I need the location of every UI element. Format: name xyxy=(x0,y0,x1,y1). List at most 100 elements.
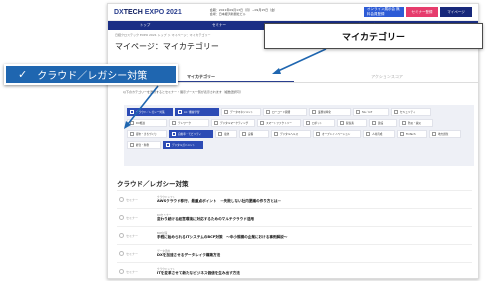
checkbox-icon xyxy=(130,143,134,147)
site-header: DXTECH EXPO 2021 会期：2021年09月13日（月）~09月15… xyxy=(108,4,478,21)
heart-icon xyxy=(119,197,124,202)
category-chip[interactable]: セキュリティ xyxy=(391,108,431,116)
category-chip[interactable]: クラウド／レガシー対策 xyxy=(127,108,173,116)
checkbox-icon xyxy=(340,121,344,125)
category-chip[interactable]: 経営・財務 xyxy=(127,141,161,149)
category-chip[interactable]: 脱炭素 xyxy=(337,119,367,127)
category-chip[interactable]: 電池 xyxy=(215,130,237,138)
checkbox-icon xyxy=(356,110,360,114)
category-chip-label: 経営・財務 xyxy=(136,144,149,147)
checkbox-icon xyxy=(218,132,222,136)
category-chip[interactable]: 人材育成 xyxy=(363,130,395,138)
event-dates: 会期：2021年09月13日（月）~09月15日（金） 会場：日本経済新聞社ビル xyxy=(210,8,277,16)
article-title[interactable]: 手軽に始められるITシステムのBCP対策 ～中小規模の企業における事例解説～ xyxy=(157,235,472,240)
category-chip[interactable]: 自動車・モビリティ xyxy=(169,130,213,138)
category-chip-label: データマネジメント xyxy=(230,111,254,114)
checkbox-icon xyxy=(400,132,404,136)
checkbox-icon xyxy=(402,121,406,125)
category-chip[interactable]: 業務効率化 xyxy=(309,108,351,116)
category-chip[interactable]: オープンイノベーション xyxy=(313,130,361,138)
checkbox-icon xyxy=(172,121,176,125)
category-chip[interactable]: デジタルマーケティング xyxy=(211,119,255,127)
heart-icon xyxy=(119,251,124,256)
like-toggle[interactable]: セミナー xyxy=(117,197,157,202)
register-button[interactable]: オンライン展示会 無料会員登録 xyxy=(364,7,404,17)
checkbox-icon xyxy=(372,121,376,125)
like-label: セミナー xyxy=(126,269,139,274)
category-chip[interactable]: ローコード開発 xyxy=(263,108,307,116)
checkbox-icon xyxy=(130,110,134,114)
like-toggle[interactable]: セミナー xyxy=(117,233,157,238)
like-toggle[interactable]: セミナー xyxy=(117,269,157,274)
article-title[interactable]: AWSクラウド移行、最重点ポイント －失敗しない社内稟議の作り方とは－ xyxy=(157,199,472,204)
category-chip-label: 人材育成 xyxy=(372,133,383,136)
article-title[interactable]: ITを変革させて新たなビジネス価値を生み出す方法 xyxy=(157,271,472,276)
category-chip[interactable]: 5G／IoT xyxy=(353,108,389,116)
like-label: セミナー xyxy=(126,251,139,256)
category-chip[interactable]: デジタルガバメント xyxy=(163,141,203,149)
like-toggle[interactable]: セミナー xyxy=(117,215,157,220)
category-chip[interactable]: FinTech xyxy=(397,130,427,138)
category-chip[interactable]: テレワーク xyxy=(169,119,209,127)
category-chip[interactable]: 防災・減災 xyxy=(399,119,433,127)
category-chip[interactable]: 地方創生 xyxy=(429,130,461,138)
category-chip-label: 防災・減災 xyxy=(408,122,421,125)
heart-icon xyxy=(119,215,124,220)
article-title[interactable]: 変わり続ける経営環境に対応するためのマルチクラウド活用 xyxy=(157,217,472,222)
article-list: セミナー クラウドシフト AWSクラウド移行、最重点ポイント －失敗しない社内稟議の… xyxy=(117,190,472,278)
category-chip[interactable]: 都市・まちづくり xyxy=(127,130,167,138)
checkbox-icon xyxy=(260,121,264,125)
checkbox-icon xyxy=(130,121,134,125)
article-row[interactable]: セミナー BCP対策 手軽に始められるITシステムのBCP対策 ～中小規模の企業にお… xyxy=(117,226,472,244)
category-chip-label: デジタルヘルス xyxy=(280,133,299,136)
category-chip[interactable]: スマートファクトリー xyxy=(257,119,301,127)
checkbox-icon xyxy=(172,132,176,136)
checkbox-icon xyxy=(306,121,310,125)
checkbox-icon xyxy=(432,132,436,136)
logo-suffix: EXPO 2021 xyxy=(142,8,182,16)
category-chip[interactable]: データマネジメント xyxy=(221,108,261,116)
checkbox-icon xyxy=(130,132,134,136)
category-chip[interactable]: 建設 xyxy=(369,119,397,127)
category-chip[interactable]: AI／機械学習 xyxy=(175,108,219,116)
site-logo[interactable]: DXTECH EXPO 2021 xyxy=(114,9,182,16)
tab-action-score[interactable]: アクションスコア xyxy=(294,71,478,82)
nav-item-top[interactable]: トップ xyxy=(108,23,182,28)
category-chip-panel: クラウド／レガシー対策 AI／機械学習 データマネジメント ローコード開発 業務効率化 5… xyxy=(124,105,474,166)
article-row[interactable]: セミナー データ活用 DXを加速させるデータレイク構築方法 xyxy=(117,244,472,262)
like-label: セミナー xyxy=(126,233,139,238)
heart-icon xyxy=(119,233,124,238)
category-chip-label: 自動車・モビリティ xyxy=(178,133,202,136)
nav-item-seminar[interactable]: セミナー xyxy=(182,23,256,28)
checkbox-icon xyxy=(178,110,182,114)
checkbox-icon xyxy=(366,132,370,136)
category-chip-label: 電池 xyxy=(224,133,230,136)
category-chip-label: 都市・まちづくり xyxy=(136,133,157,136)
seminar-register-button[interactable]: セミナー登録 xyxy=(406,7,438,17)
category-chip[interactable]: ロボット xyxy=(303,119,335,127)
checkbox-icon xyxy=(214,121,218,125)
category-chip-label: 地方創生 xyxy=(438,133,449,136)
category-chip-label: FinTech xyxy=(406,132,416,136)
category-chip-label: セキュリティ xyxy=(400,111,416,114)
checkbox-icon xyxy=(312,110,316,114)
checkbox-icon xyxy=(166,143,170,147)
like-toggle[interactable]: セミナー xyxy=(117,251,157,256)
category-chip[interactable]: DX推進 xyxy=(127,119,167,127)
category-chip-label: デジタルマーケティング xyxy=(220,122,249,125)
article-title[interactable]: DXを加速させるデータレイク構築方法 xyxy=(157,253,472,258)
category-chip-label: DX推進 xyxy=(136,122,145,125)
category-chip[interactable]: デジタルヘルス xyxy=(271,130,311,138)
section-title: クラウド／レガシー対策 xyxy=(117,180,189,188)
logo-main: TECH xyxy=(123,8,143,16)
category-chip-label: ロボット xyxy=(312,122,323,125)
checkbox-icon xyxy=(316,132,320,136)
category-chip[interactable]: 設備 xyxy=(239,130,269,138)
article-row[interactable]: セミナー クラウドシフト ITを変革させて新たなビジネス価値を生み出す方法 xyxy=(117,262,472,278)
article-row[interactable]: セミナー DXセミナー 変わり続ける経営環境に対応するためのマルチクラウド活用 xyxy=(117,208,472,226)
like-label: セミナー xyxy=(126,215,139,220)
mypage-button[interactable]: マイページ xyxy=(440,7,472,17)
article-row[interactable]: セミナー クラウドシフト AWSクラウド移行、最重点ポイント －失敗しない社内稟議の… xyxy=(117,190,472,208)
category-chip-label: ローコード開発 xyxy=(272,111,291,114)
category-chip-label: クラウド／レガシー対策 xyxy=(136,111,165,114)
